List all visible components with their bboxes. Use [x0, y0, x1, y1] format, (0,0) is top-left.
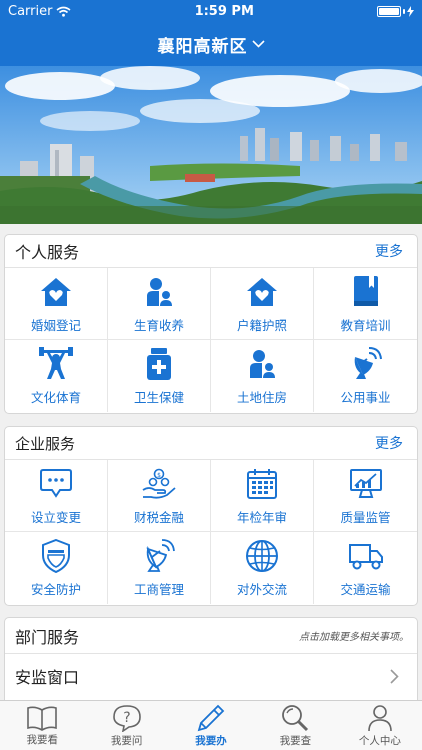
department-services-card: 部门服务 点击加载更多相关事项。 安监窗口: [4, 617, 418, 707]
book-open-icon: [27, 706, 58, 731]
service-safety-protection[interactable]: 安全防护: [5, 532, 108, 604]
book-icon: [348, 274, 384, 310]
personal-services-title: 个人服务: [15, 243, 80, 262]
service-label: 年检年审: [236, 509, 287, 525]
tab-personal-center[interactable]: 个人中心: [338, 701, 422, 750]
service-label: 土地住房: [236, 390, 287, 405]
personal-services-card: 个人服务 更多 婚姻登记 生育收养 户籍护照 教育培训 文化体育 卫生保健 土地…: [4, 234, 418, 414]
service-tax-finance[interactable]: $ 财税金融: [108, 460, 211, 532]
tab-handle[interactable]: 我要办: [169, 701, 253, 750]
tab-label: 我要查: [279, 734, 312, 747]
department-services-title: 部门服务: [15, 627, 80, 647]
personal-services-grid: 婚姻登记 生育收养 户籍护照 教育培训 文化体育 卫生保健 土地住房 公用事业: [5, 268, 417, 412]
shield-icon: [38, 538, 74, 574]
hand-coins-icon: $: [141, 466, 177, 502]
bottom-tab-bar: 我要看 ? 我要问 我要办 我要查 个人中心: [0, 700, 422, 750]
truck-icon: [348, 538, 384, 574]
enterprise-services-card: 企业服务 更多 设立变更 $ 财税金融 年检年审 质量监管 安全防护 工商管理 …: [4, 426, 418, 606]
service-education-training[interactable]: 教育培训: [314, 268, 417, 340]
service-label: 设立变更: [30, 509, 81, 525]
battery-icon: [376, 5, 414, 17]
carrier-label: Carrier: [8, 3, 53, 19]
pencil-icon: [197, 704, 225, 731]
service-label: 质量监管: [340, 509, 391, 525]
tab-ask[interactable]: ? 我要问: [84, 701, 168, 750]
enterprise-services-grid: 设立变更 $ 财税金融 年检年审 质量监管 安全防护 工商管理 对外交流 交通运…: [5, 460, 417, 604]
enterprise-services-header: 企业服务 更多: [5, 427, 417, 460]
service-label: 教育培训: [340, 317, 391, 333]
service-label: 财税金融: [133, 509, 184, 525]
status-bar: Carrier 1:59 PM: [0, 0, 422, 22]
service-label: 安全防护: [30, 582, 81, 597]
status-left: Carrier: [8, 4, 71, 19]
service-business-administration[interactable]: 工商管理: [108, 532, 211, 604]
tab-label: 我要问: [110, 734, 143, 747]
department-services-header: 部门服务 点击加载更多相关事项。: [5, 618, 417, 654]
enterprise-services-title: 企业服务: [15, 434, 76, 453]
service-foreign-exchange[interactable]: 对外交流: [211, 532, 314, 604]
tab-label: 个人中心: [358, 734, 401, 747]
service-label: 卫生保健: [133, 390, 184, 405]
service-label: 对外交流: [236, 582, 287, 597]
service-establishment-change[interactable]: 设立变更: [5, 460, 108, 532]
service-label: 工商管理: [133, 582, 184, 597]
globe-icon: [244, 538, 280, 574]
weightlifter-icon: [38, 346, 74, 382]
tab-query[interactable]: 我要查: [253, 701, 337, 750]
charging-bolt-icon: [406, 5, 414, 17]
svg-text:$: $: [157, 472, 161, 479]
load-more-hint[interactable]: 点击加载更多相关事项。: [299, 628, 409, 643]
service-label: 公用事业: [340, 390, 391, 405]
person-icon: [368, 704, 392, 731]
department-row-safety-window[interactable]: 安监窗口: [5, 654, 417, 698]
top-bar: Carrier 1:59 PM 襄阳高新区: [0, 0, 422, 66]
service-culture-sports[interactable]: 文化体育: [5, 340, 108, 412]
service-birth-adoption[interactable]: 生育收养: [108, 268, 211, 340]
question-bubble-icon: ?: [112, 704, 141, 732]
battery-fill: [378, 7, 399, 15]
personal-services-header: 个人服务 更多: [5, 235, 417, 268]
tab-label: 我要看: [26, 733, 58, 746]
service-health-care[interactable]: 卫生保健: [108, 340, 211, 412]
chevron-down-icon: [251, 40, 265, 48]
parent-child-icon: [141, 274, 177, 310]
medicine-bottle-icon: [141, 346, 177, 382]
service-label: 婚姻登记: [30, 317, 81, 333]
magnifier-icon: [282, 704, 309, 731]
service-label: 交通运输: [340, 582, 391, 597]
service-public-utilities[interactable]: 公用事业: [314, 340, 417, 412]
house-heart-icon: [244, 274, 280, 310]
chevron-right-icon: [390, 668, 399, 684]
wifi-icon: [56, 6, 71, 17]
svg-text:?: ?: [123, 710, 130, 726]
satellite-dish-icon: [348, 346, 384, 382]
city-banner-image[interactable]: [0, 66, 422, 224]
service-label: 文化体育: [30, 390, 81, 405]
service-annual-inspection[interactable]: 年检年审: [211, 460, 314, 532]
personal-services-more-link[interactable]: 更多: [375, 241, 403, 261]
calendar-icon: [244, 466, 280, 502]
page-title: 襄阳高新区: [157, 36, 248, 57]
service-land-housing[interactable]: 土地住房: [211, 340, 314, 412]
service-marriage-registration[interactable]: 婚姻登记: [5, 268, 108, 340]
service-label: 户籍护照: [236, 317, 287, 333]
house-heart-icon: [38, 274, 74, 310]
region-selector[interactable]: 襄阳高新区: [0, 22, 422, 66]
parent-child-icon: [244, 346, 280, 382]
service-label: 生育收养: [133, 317, 184, 333]
status-time: 1:59 PM: [194, 3, 254, 19]
department-row-label: 安监窗口: [15, 668, 80, 687]
chat-bubble-icon: [38, 466, 74, 502]
monitor-chart-icon: [348, 466, 384, 502]
enterprise-services-more-link[interactable]: 更多: [375, 433, 403, 453]
satellite-dish-icon: [141, 538, 177, 574]
service-transportation[interactable]: 交通运输: [314, 532, 417, 604]
tab-label: 我要办: [195, 734, 227, 747]
service-household-passport[interactable]: 户籍护照: [211, 268, 314, 340]
tab-browse[interactable]: 我要看: [0, 701, 84, 750]
service-quality-supervision[interactable]: 质量监管: [314, 460, 417, 532]
